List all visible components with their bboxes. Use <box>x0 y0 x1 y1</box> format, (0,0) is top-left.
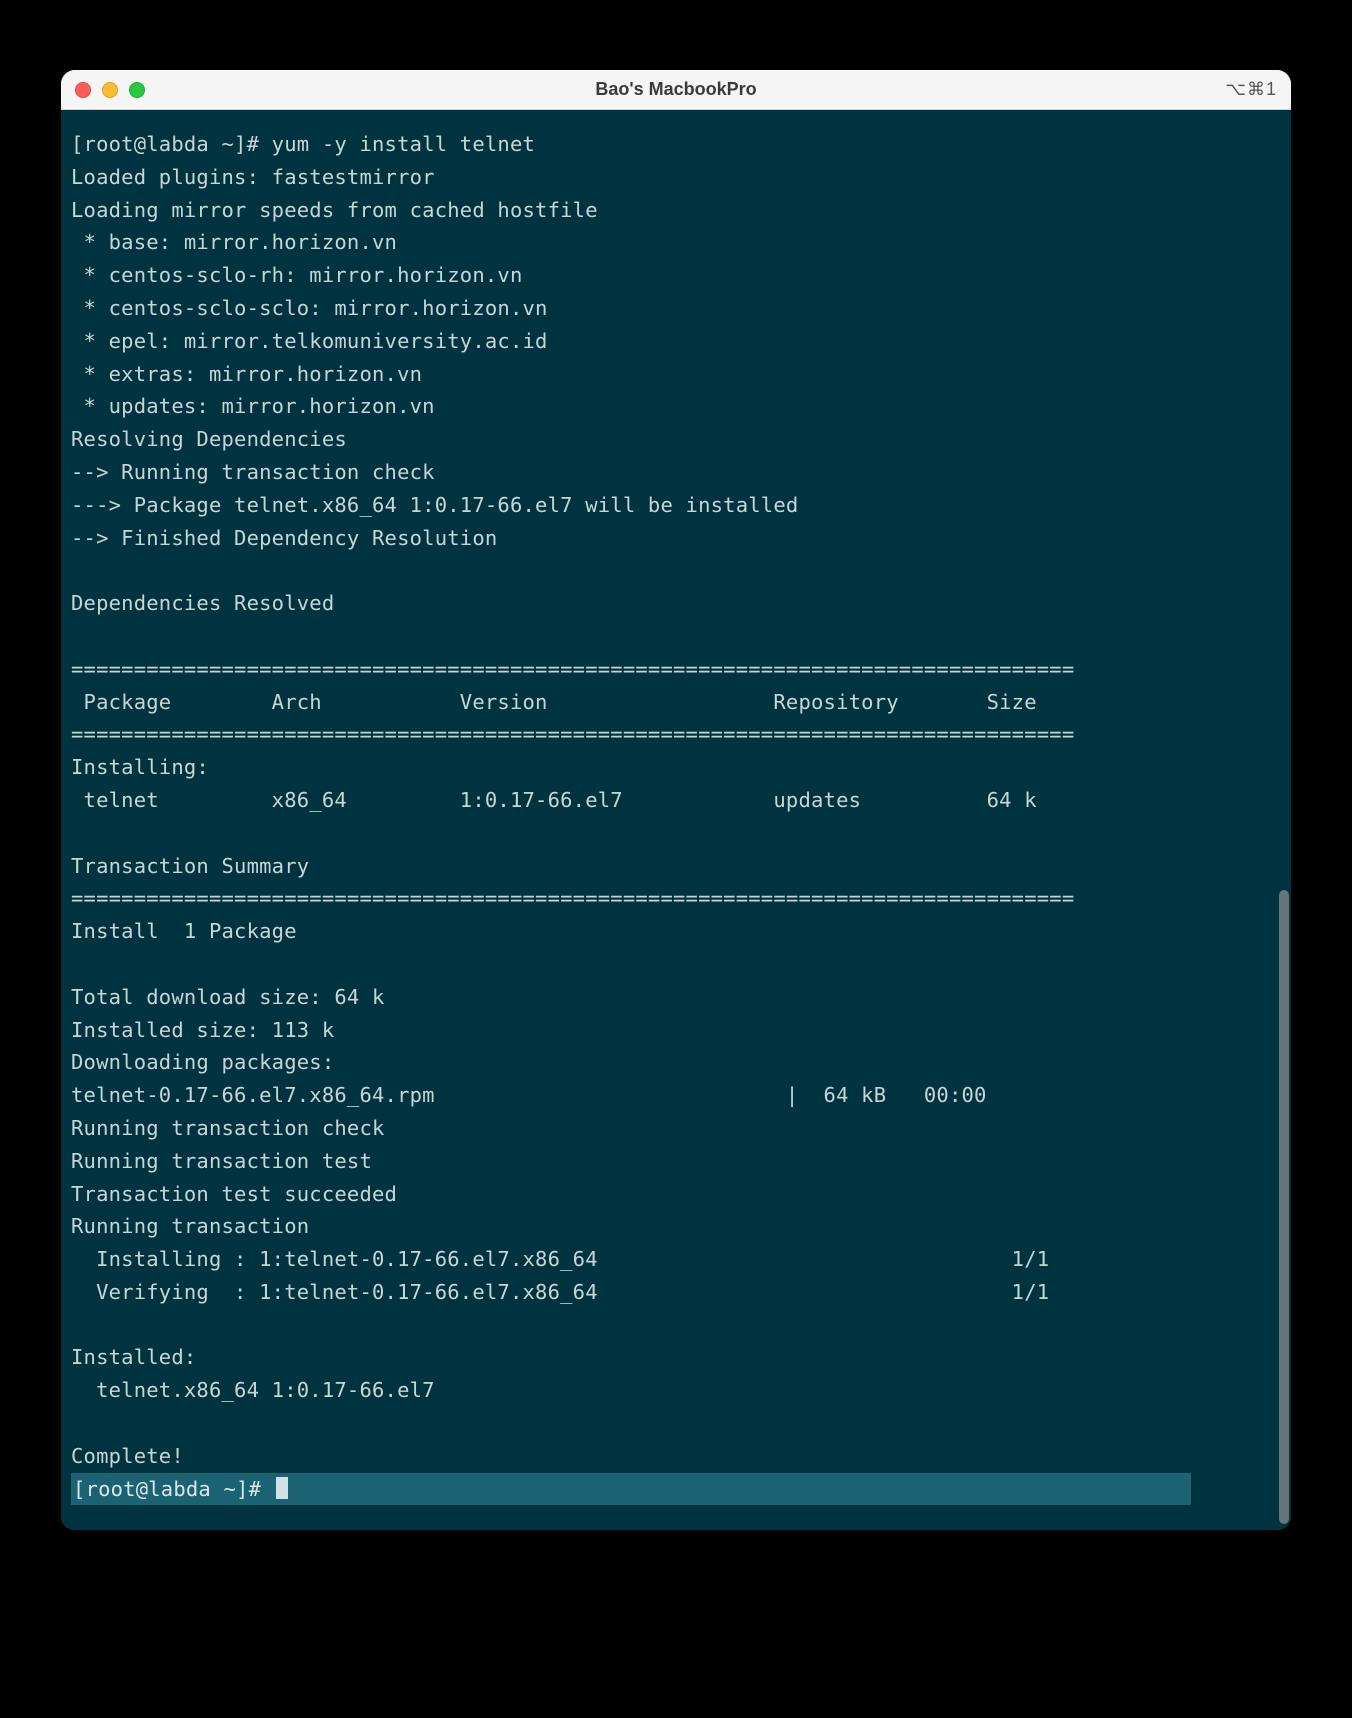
window-title: Bao's MacbookPro <box>61 79 1291 100</box>
prompt-text: [root@labda ~]# <box>73 1477 274 1501</box>
window-titlebar[interactable]: Bao's MacbookPro ⌥⌘1 <box>61 70 1291 110</box>
terminal-line: [root@labda ~]# yum -y install telnet <box>71 128 1281 161</box>
scrollbar-thumb[interactable] <box>1279 890 1289 1524</box>
cursor-icon <box>276 1477 288 1499</box>
terminal-window: Bao's MacbookPro ⌥⌘1 [root@labda ~]# yum… <box>61 70 1291 1530</box>
desktop-background: Bao's MacbookPro ⌥⌘1 [root@labda ~]# yum… <box>0 0 1352 1718</box>
minimize-icon[interactable] <box>102 82 118 98</box>
close-icon[interactable] <box>75 82 91 98</box>
window-shortcut-badge: ⌥⌘1 <box>1225 79 1277 100</box>
traffic-lights <box>75 82 145 98</box>
terminal-content[interactable]: [root@labda ~]# yum -y install telnetLoa… <box>61 110 1291 1530</box>
fullscreen-icon[interactable] <box>129 82 145 98</box>
terminal-body: Loaded plugins: fastestmirror Loading mi… <box>71 161 1281 1473</box>
scrollbar-track[interactable] <box>1279 116 1289 1524</box>
terminal-viewport[interactable]: [root@labda ~]# yum -y install telnetLoa… <box>61 110 1291 1530</box>
terminal-prompt-active[interactable]: [root@labda ~]# <box>71 1473 1191 1506</box>
